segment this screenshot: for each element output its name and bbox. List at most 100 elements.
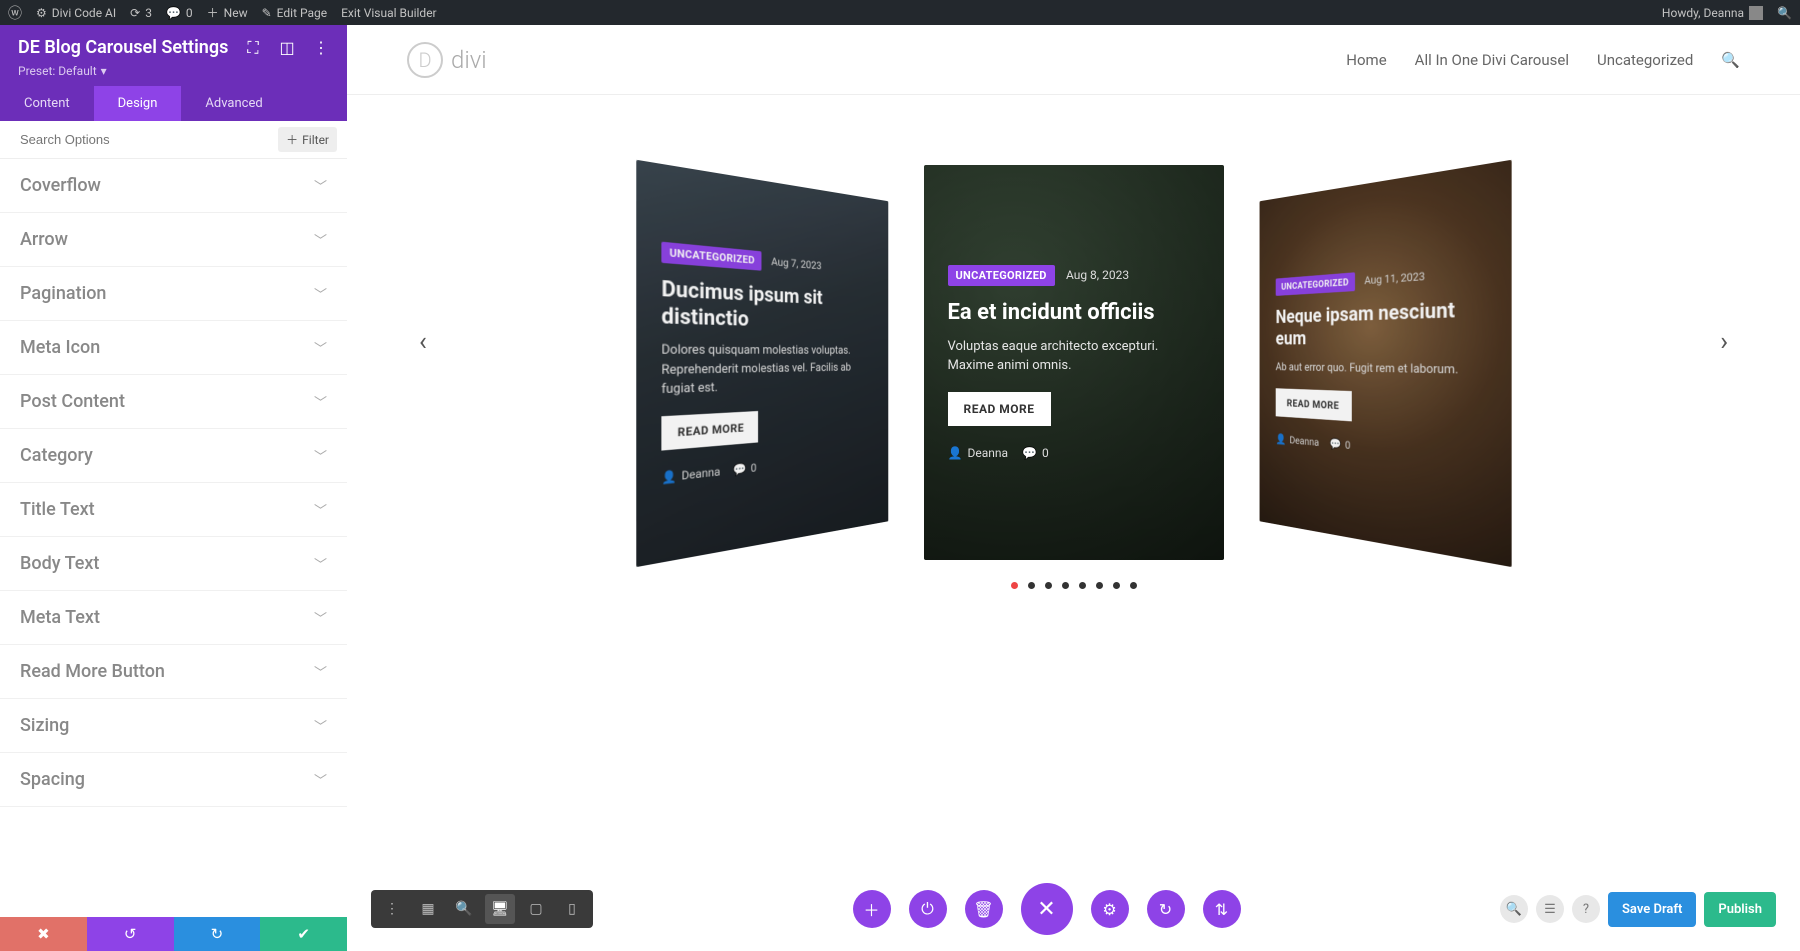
mobile-icon[interactable]: ▯	[557, 894, 587, 924]
option-row-category[interactable]: Category﹀	[0, 429, 347, 483]
save-draft-button[interactable]: Save Draft	[1608, 892, 1696, 927]
post-title[interactable]: Ducimus ipsum sit distinctio	[661, 277, 872, 334]
nav-carousel[interactable]: All In One Divi Carousel	[1415, 51, 1569, 69]
pagination-dot[interactable]	[1113, 582, 1120, 589]
carousel-next-arrow[interactable]: ›	[1720, 327, 1728, 357]
layers-icon[interactable]: ☰	[1536, 895, 1564, 923]
history-button[interactable]: ↻	[1147, 890, 1185, 928]
option-row-post-content[interactable]: Post Content﹀	[0, 375, 347, 429]
option-label: Body Text	[20, 553, 99, 574]
chevron-down-icon: ﹀	[314, 338, 327, 357]
category-badge[interactable]: UNCATEGORIZED	[1275, 272, 1354, 296]
nav-search-icon[interactable]: 🔍	[1721, 51, 1740, 69]
wireframe-icon[interactable]: ▦	[413, 894, 443, 924]
search-icon[interactable]: 🔍	[1777, 6, 1792, 20]
carousel-pagination	[427, 582, 1720, 589]
wp-logo[interactable]: ⓦ	[8, 3, 22, 23]
chevron-down-icon: ﹀	[314, 608, 327, 627]
carousel-prev-arrow[interactable]: ‹	[419, 327, 427, 357]
howdy-link[interactable]: Howdy, Deanna	[1662, 6, 1763, 20]
focus-icon[interactable]: ⛶	[245, 40, 261, 56]
settings-sidebar: DE Blog Carousel Settings ⛶ ◫ ⋮ Preset: …	[0, 25, 347, 951]
chevron-down-icon: ﹀	[314, 500, 327, 519]
more-icon[interactable]: ⋮	[313, 40, 329, 56]
filter-button[interactable]: ＋Filter	[278, 127, 337, 152]
pagination-dot[interactable]	[1028, 582, 1035, 589]
chevron-down-icon: ﹀	[314, 770, 327, 789]
preset-selector[interactable]: Preset: Default▾	[18, 64, 329, 78]
add-button[interactable]: ＋	[853, 890, 891, 928]
site-name-link[interactable]: ⚙Divi Code AI	[36, 6, 116, 20]
post-comments[interactable]: 💬0	[732, 461, 756, 477]
pagination-dot[interactable]	[1011, 582, 1018, 589]
help-icon[interactable]: ?	[1572, 895, 1600, 923]
author-icon: 👤	[948, 446, 963, 460]
sort-button[interactable]: ⇅	[1203, 890, 1241, 928]
search-options-input[interactable]	[20, 132, 278, 147]
zoom-icon[interactable]: 🔍	[449, 894, 479, 924]
option-row-sizing[interactable]: Sizing﹀	[0, 699, 347, 753]
carousel-card[interactable]: UNCATEGORIZED Aug 7, 2023 Ducimus ipsum …	[636, 160, 888, 567]
tab-content[interactable]: Content	[0, 86, 94, 121]
pagination-dot[interactable]	[1079, 582, 1086, 589]
desktop-icon[interactable]: 🖥	[485, 894, 515, 924]
post-comments[interactable]: 💬0	[1329, 437, 1350, 451]
nav-uncategorized[interactable]: Uncategorized	[1597, 51, 1693, 69]
post-author[interactable]: 👤Deanna	[948, 446, 1009, 460]
site-nav: Home All In One Divi Carousel Uncategori…	[1346, 51, 1740, 69]
options-icon[interactable]: ⋮	[377, 894, 407, 924]
option-row-coverflow[interactable]: Coverflow﹀	[0, 159, 347, 213]
option-row-body-text[interactable]: Body Text﹀	[0, 537, 347, 591]
read-more-button[interactable]: READ MORE	[948, 392, 1051, 426]
option-row-meta-icon[interactable]: Meta Icon﹀	[0, 321, 347, 375]
pagination-dot[interactable]	[1130, 582, 1137, 589]
publish-button[interactable]: Publish	[1704, 892, 1776, 927]
nav-home[interactable]: Home	[1346, 51, 1386, 69]
builder-right: 🔍 ☰ ? Save Draft Publish	[1500, 892, 1776, 927]
comment-icon: 💬	[732, 462, 745, 477]
pagination-dot[interactable]	[1096, 582, 1103, 589]
read-more-button[interactable]: READ MORE	[1275, 388, 1351, 421]
option-row-spacing[interactable]: Spacing ﹀	[0, 753, 347, 807]
category-badge[interactable]: UNCATEGORIZED	[948, 265, 1055, 286]
portability-icon[interactable]: 🔍	[1500, 895, 1528, 923]
option-row-meta-text[interactable]: Meta Text﹀	[0, 591, 347, 645]
comments-link[interactable]: 💬0	[166, 6, 193, 20]
post-comments[interactable]: 💬0	[1022, 446, 1049, 460]
option-row-read-more-button[interactable]: Read More Button﹀	[0, 645, 347, 699]
close-builder-button[interactable]: ✕	[1021, 883, 1073, 935]
edit-page-link[interactable]: ✎Edit Page	[262, 6, 328, 20]
cancel-button[interactable]: ✖	[0, 917, 87, 951]
site-header: D divi Home All In One Divi Carousel Unc…	[347, 25, 1800, 95]
settings-button[interactable]: ⚙	[1091, 890, 1129, 928]
option-row-pagination[interactable]: Pagination﹀	[0, 267, 347, 321]
post-title[interactable]: Ea et incidunt officiis	[948, 300, 1200, 326]
option-row-title-text[interactable]: Title Text ﹀	[0, 483, 347, 537]
post-title[interactable]: Neque ipsam nesciunt eum	[1275, 297, 1486, 351]
tab-advanced[interactable]: Advanced	[181, 86, 286, 121]
site-logo[interactable]: D divi	[407, 42, 487, 78]
search-filter-row: ＋Filter	[0, 121, 347, 159]
updates-link[interactable]: ⟳3	[130, 6, 152, 20]
carousel-card[interactable]: UNCATEGORIZED Aug 11, 2023 Neque ipsam n…	[1259, 160, 1511, 567]
trash-button[interactable]: 🗑	[965, 890, 1003, 928]
add-new-link[interactable]: ＋New	[207, 4, 248, 21]
option-row-arrow[interactable]: Arrow﹀	[0, 213, 347, 267]
post-author[interactable]: 👤Deanna	[1275, 433, 1318, 449]
sidebar-header: DE Blog Carousel Settings ⛶ ◫ ⋮ Preset: …	[0, 25, 347, 86]
carousel-card[interactable]: UNCATEGORIZED Aug 8, 2023 Ea et incidunt…	[924, 165, 1224, 560]
option-label: Spacing	[20, 769, 85, 790]
exit-visual-builder-link[interactable]: Exit Visual Builder	[341, 6, 437, 20]
wp-admin-bar: ⓦ ⚙Divi Code AI ⟳3 💬0 ＋New ✎Edit Page Ex…	[0, 0, 1800, 25]
redo-button[interactable]: ↻	[174, 917, 261, 951]
tablet-icon[interactable]: ▢	[521, 894, 551, 924]
power-button[interactable]: ⏻	[909, 890, 947, 928]
option-label: Title Text	[20, 499, 95, 520]
read-more-button[interactable]: READ MORE	[661, 411, 758, 451]
dock-icon[interactable]: ◫	[279, 40, 295, 56]
confirm-button[interactable]: ✔	[260, 917, 347, 951]
tab-design[interactable]: Design	[94, 86, 182, 121]
pagination-dot[interactable]	[1045, 582, 1052, 589]
pagination-dot[interactable]	[1062, 582, 1069, 589]
undo-button[interactable]: ↺	[87, 917, 174, 951]
